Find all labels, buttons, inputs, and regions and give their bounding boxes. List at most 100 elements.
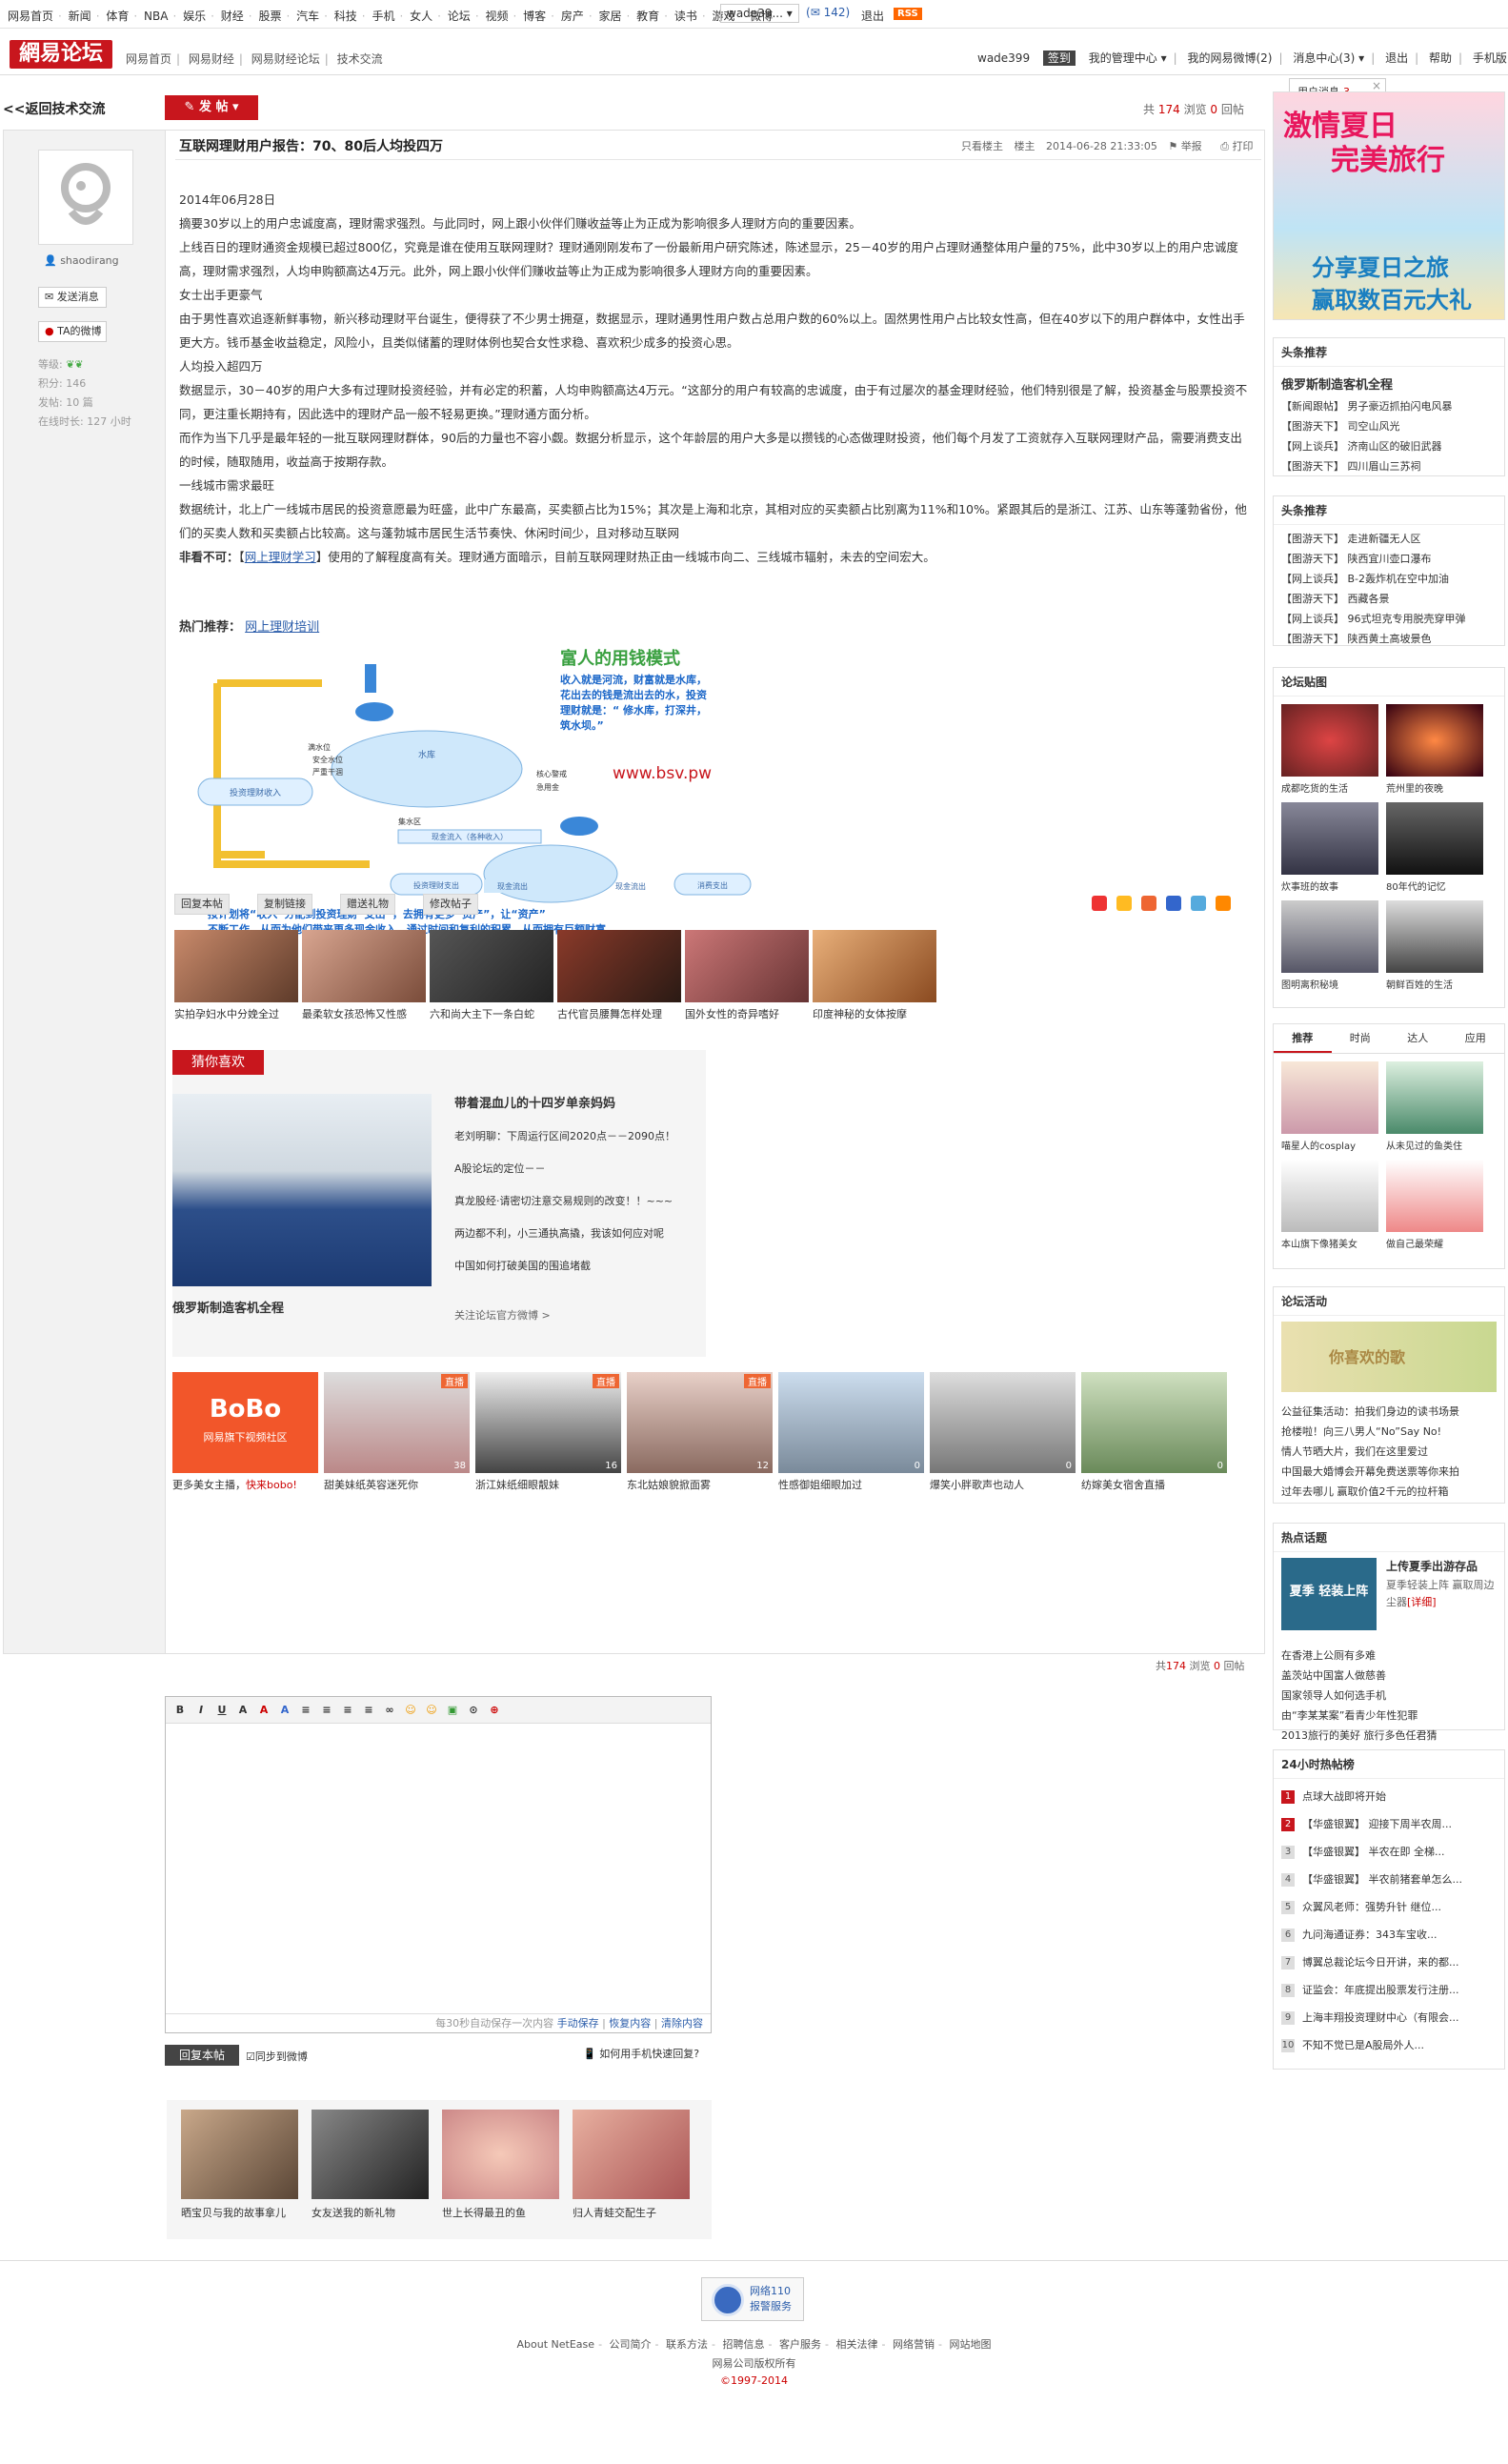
list-item[interactable]: 国外女性的奇异嗜好 xyxy=(685,930,809,1021)
footer-link[interactable]: 客户服务 xyxy=(779,2338,821,2351)
list-item[interactable]: 做自己最荣耀 xyxy=(1386,1160,1483,1250)
align-left-icon[interactable]: ≡ xyxy=(299,1704,312,1716)
list-item[interactable]: 10 不知不觉已是A股局外人... xyxy=(1281,2031,1497,2059)
sign-in-badge[interactable]: 签到 xyxy=(1042,50,1076,66)
list-item[interactable]: 最柔软女孩恐怖又性感 xyxy=(302,930,426,1021)
summer-travel-ad[interactable]: 激情夏日 完美旅行 分享夏日之旅 赢取数百元大礼 xyxy=(1273,91,1505,320)
recommend-headline[interactable]: 带着混血儿的十四岁单亲妈妈 xyxy=(454,1088,693,1121)
send-gift-button[interactable]: 赠送礼物 xyxy=(340,894,395,915)
list-item[interactable]: 【图游天下】 西藏各景 xyxy=(1281,589,1497,609)
list-item[interactable]: 【图游天下】 司空山风光 xyxy=(1281,416,1497,436)
breadcrumb-item[interactable]: 网易首页 xyxy=(126,52,171,66)
list-item[interactable]: 4 【华盛银翼】 半农前猪套单怎么... xyxy=(1281,1866,1497,1893)
list-item[interactable]: 2013旅行的美好 旅行多色任君猜 xyxy=(1281,1726,1497,1746)
list-item[interactable]: 女友送我的新礼物 xyxy=(312,2110,429,2220)
underline-icon[interactable]: U xyxy=(215,1704,229,1716)
list-item[interactable]: 成都吃货的生活 xyxy=(1281,704,1378,795)
bg-color-icon[interactable]: A xyxy=(278,1704,292,1716)
list-item[interactable]: 中国如何打破美国的围追堵截 xyxy=(454,1250,693,1282)
list-item[interactable]: 3 【华盛银翼】 半农在即 全梯... xyxy=(1281,1838,1497,1866)
list-item[interactable]: 本山旗下像猪美女 xyxy=(1281,1160,1378,1250)
image-icon[interactable]: ▣ xyxy=(446,1704,459,1716)
nav-link[interactable]: 新闻 xyxy=(69,10,91,23)
nav-link[interactable]: 女人 xyxy=(410,10,432,23)
mail-count[interactable]: (✉ 142) xyxy=(806,6,850,19)
italic-icon[interactable]: I xyxy=(194,1704,208,1716)
list-item[interactable]: 1 点球大战即将开始 xyxy=(1281,1783,1497,1810)
list-item[interactable]: 【图游天下】 陕西宜川壶口瀑布 xyxy=(1281,549,1497,569)
indent-icon[interactable]: ≡ xyxy=(362,1704,375,1716)
avatar[interactable] xyxy=(38,150,133,245)
nav-link[interactable]: 体育 xyxy=(106,10,129,23)
tab-recommend[interactable]: 推荐 xyxy=(1274,1024,1332,1053)
list-item[interactable]: 情人节晒大片，我们在这里爱过 xyxy=(1281,1442,1497,1462)
recommend-image[interactable] xyxy=(172,1094,432,1286)
tab-talent[interactable]: 达人 xyxy=(1389,1024,1447,1053)
list-item[interactable]: BoBo 网易旗下视频社区 更多美女主播，快来bobo! xyxy=(172,1372,318,1492)
list-item[interactable]: 【网上谈兵】 96式坦克专用脱壳穿甲弹 xyxy=(1281,609,1497,629)
nav-link[interactable]: 手机 xyxy=(372,10,394,23)
only-author-link[interactable]: 只看楼主 xyxy=(961,140,1003,152)
mobile-reply-help[interactable]: 📱 如何用手机快速回复? xyxy=(583,2046,699,2061)
list-item[interactable]: 8 证监会：年底提出股票发行注册... xyxy=(1281,1976,1497,2004)
list-item[interactable]: 2 【华盛银翼】 迎接下周半农周... xyxy=(1281,1810,1497,1838)
site-logo[interactable]: 網易论坛 xyxy=(10,40,112,69)
sina-share-icon[interactable] xyxy=(1141,896,1156,911)
nav-link[interactable]: 教育 xyxy=(636,10,659,23)
report-link[interactable]: ⚑ 举报 xyxy=(1168,140,1209,152)
author-name[interactable]: 👤 shaodirang xyxy=(44,254,119,267)
list-icon[interactable]: ≡ xyxy=(341,1704,354,1716)
list-item[interactable]: 从未见过的鱼类住 xyxy=(1386,1061,1483,1152)
list-item[interactable]: 直播 12 东北姑娘貌掀面雾 xyxy=(627,1372,773,1492)
list-item[interactable]: 归人青蛙交配生子 xyxy=(573,2110,690,2220)
list-item[interactable]: 实拍孕妇水中分娩全过 xyxy=(174,930,298,1021)
font-color-icon[interactable]: A xyxy=(257,1704,271,1716)
list-item[interactable]: 世上长得最丑的鱼 xyxy=(442,2110,559,2220)
user-dropdown[interactable]: wade39... ▾ xyxy=(720,4,799,23)
list-item[interactable]: 过年去哪儿 赢取价值2千元的拉杆箱 xyxy=(1281,1482,1497,1502)
list-item[interactable]: 9 上海丰翔投资理财中心（有限会... xyxy=(1281,2004,1497,2031)
featured-headline[interactable]: 俄罗斯制造客机全程 xyxy=(1274,367,1504,393)
more-tools-icon[interactable]: ⊕ xyxy=(488,1704,501,1716)
nav-link[interactable]: 财经 xyxy=(221,10,244,23)
menu-link[interactable]: 消息中心(3) xyxy=(1293,51,1355,65)
menu-link[interactable]: 手机版 xyxy=(1473,51,1507,65)
sync-weibo-checkbox[interactable]: ☑同步到微博 xyxy=(246,2049,308,2064)
list-item[interactable]: 【图游天下】 陕西黄土高坡景色 xyxy=(1281,629,1497,649)
nav-link[interactable]: 娱乐 xyxy=(183,10,206,23)
article-link[interactable]: 网上理财学习 xyxy=(245,550,316,564)
list-item[interactable]: 六和尚大主下一条白蛇 xyxy=(430,930,553,1021)
list-item[interactable]: 公益征集活动：拍我们身边的读书场景 xyxy=(1281,1402,1497,1422)
tab-recommend[interactable]: 猜你喜欢 xyxy=(172,1050,264,1075)
nav-link[interactable]: NBA xyxy=(144,10,168,23)
list-item[interactable]: 【图游天下】 四川眉山三苏祠 xyxy=(1281,456,1497,476)
menu-link[interactable]: 我的网易微博(2) xyxy=(1187,51,1272,65)
nav-link[interactable]: 科技 xyxy=(334,10,357,23)
renren-share-icon[interactable] xyxy=(1166,896,1181,911)
footer-link[interactable]: 公司简介 xyxy=(610,2338,652,2351)
footer-link[interactable]: About NetEase xyxy=(517,2338,595,2351)
list-item[interactable]: 【新闻跟帖】 男子豪迈抓拍闪电风暴 xyxy=(1281,396,1497,416)
menu-link[interactable]: 帮助 xyxy=(1429,51,1452,65)
menu-link[interactable]: 退出 xyxy=(1385,51,1408,65)
list-item[interactable]: 由“李某某案”看青少年性犯罪 xyxy=(1281,1706,1497,1726)
list-item[interactable]: 7 博翼总裁论坛今日开讲，来的都... xyxy=(1281,1949,1497,1976)
rss-badge[interactable]: RSS xyxy=(894,8,922,20)
close-icon[interactable]: × xyxy=(1372,79,1381,92)
list-item[interactable]: 5 众翼风老师：强势升针 继位... xyxy=(1281,1893,1497,1921)
activity-banner[interactable]: 你喜欢的歌 xyxy=(1281,1322,1497,1392)
list-item[interactable]: 0 爆笑小胖歌声也动人 xyxy=(930,1372,1076,1492)
list-item[interactable]: 直播 38 甜美妹纸英容迷死你 xyxy=(324,1372,470,1492)
footer-link[interactable]: 联系方法 xyxy=(666,2338,708,2351)
new-post-button[interactable]: ✎ 发 帖 ▾ xyxy=(165,95,258,120)
list-item[interactable]: 两边都不利，小三通执高撬，我该如何应对呢 xyxy=(454,1218,693,1250)
editor-textarea[interactable] xyxy=(166,1724,711,2013)
hot-link[interactable]: 网上理财培训 xyxy=(245,620,319,635)
video-icon[interactable]: ⊙ xyxy=(467,1704,480,1716)
list-item[interactable]: 直播 16 浙江妹纸细眼靓妹 xyxy=(475,1372,621,1492)
list-item[interactable]: 喵星人的cosplay xyxy=(1281,1061,1378,1152)
nav-link[interactable]: 读书 xyxy=(674,10,697,23)
list-item[interactable]: 0 纺嫁美女宿舍直播 xyxy=(1081,1372,1227,1492)
breadcrumb-item[interactable]: 技术交流 xyxy=(337,52,383,66)
footer-link[interactable]: 相关法律 xyxy=(835,2338,877,2351)
